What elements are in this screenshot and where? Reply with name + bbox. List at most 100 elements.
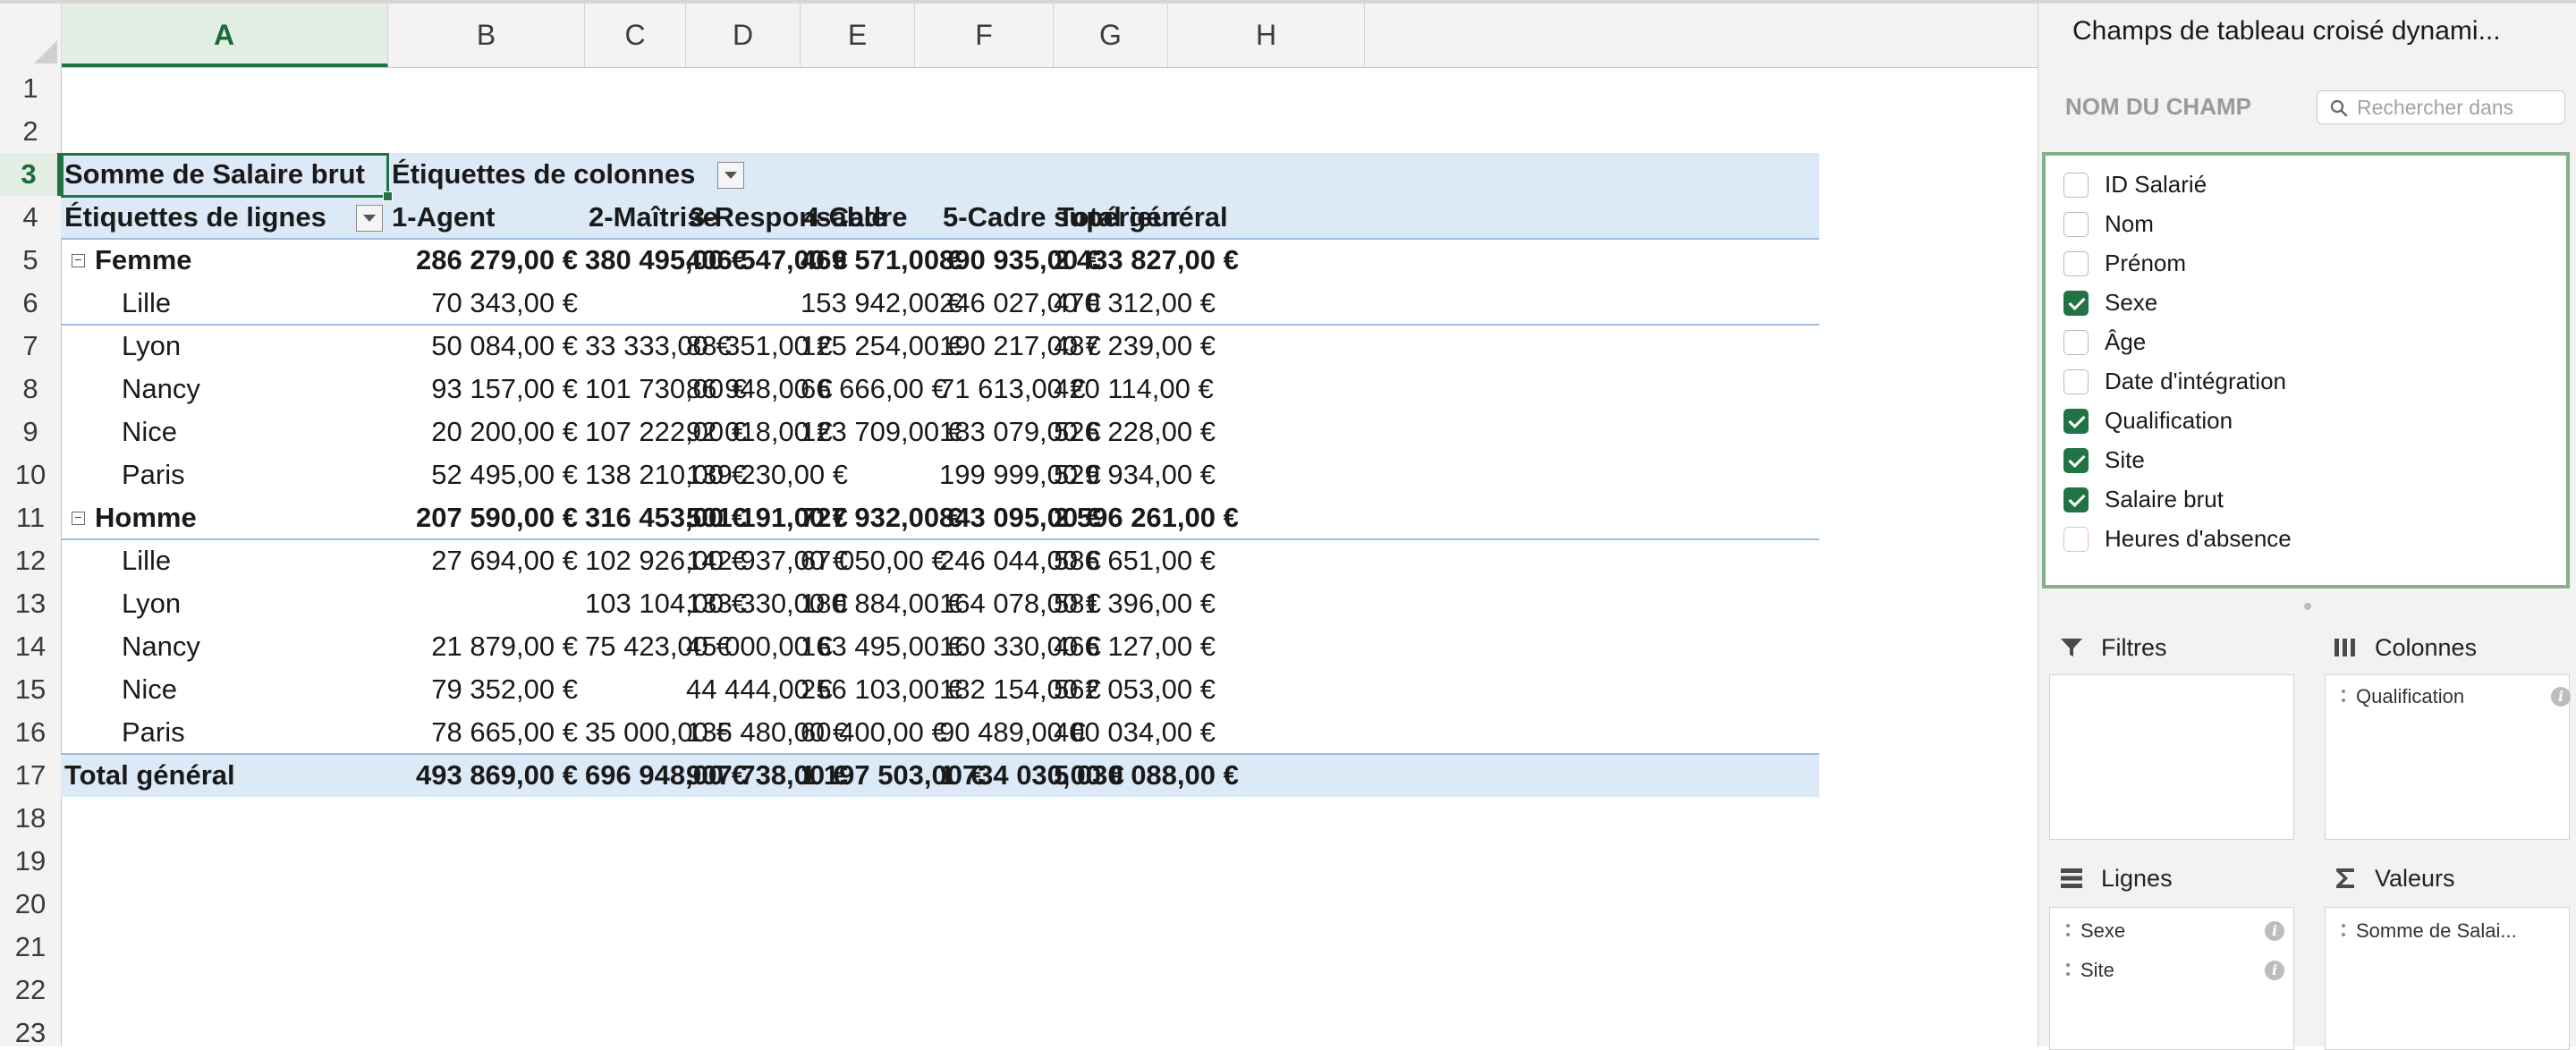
checkbox-checked[interactable] <box>2063 409 2089 434</box>
row-header-4[interactable]: 4 <box>0 196 61 239</box>
collapse-minus-icon[interactable]: − <box>72 253 85 267</box>
pivot-value-cell[interactable] <box>388 582 585 625</box>
pivot-value-cell[interactable]: 138 210,00 € <box>585 453 747 496</box>
pivot-column-header[interactable]: Total général <box>1054 196 1268 239</box>
pivot-value-cell[interactable]: 20 200,00 € <box>388 411 585 453</box>
pivot-value-cell[interactable]: 286 279,00 € <box>388 239 585 282</box>
pivot-value-cell[interactable]: 75 423,00 € <box>585 625 732 668</box>
pivot-value-cell[interactable]: 33 333,00 € <box>585 325 732 368</box>
pivot-value-cell[interactable]: 406 547,00 € <box>686 239 848 282</box>
row-header-6[interactable]: 6 <box>0 282 61 325</box>
row-header-16[interactable]: 16 <box>0 711 61 754</box>
pivot-value-cell[interactable]: 586 651,00 € <box>1054 539 1216 582</box>
pivot-row-label[interactable]: Lille <box>61 282 388 325</box>
pivot-value-cell[interactable]: 526 228,00 € <box>1054 411 1216 453</box>
pivot-value-cell[interactable]: 50 084,00 € <box>388 325 585 368</box>
row-header-12[interactable]: 12 <box>0 539 61 582</box>
pivot-value-cell[interactable]: 316 453,00 € <box>585 496 747 539</box>
pivot-value-cell[interactable]: 123 709,00 € <box>801 411 962 453</box>
checkbox-unchecked[interactable] <box>2063 173 2089 198</box>
rows-drop-zone[interactable]: Sexe i Site i <box>2049 907 2294 1050</box>
pivot-value-cell[interactable]: 133 330,00 € <box>686 582 848 625</box>
pivot-value-cell[interactable]: 469 571,00 € <box>801 239 962 282</box>
pivot-value-cell[interactable]: 2 433 827,00 € <box>1054 239 1239 282</box>
pivot-value-cell[interactable]: 487 239,00 € <box>1054 325 1216 368</box>
pivot-total-cell[interactable]: 907 738,00 € <box>686 754 848 797</box>
checkbox-unchecked[interactable] <box>2063 251 2089 276</box>
pivot-value-cell[interactable]: 93 157,00 € <box>388 368 585 411</box>
row-header-3[interactable]: 3 <box>0 153 61 196</box>
pivot-value-cell[interactable]: 103 104,00 € <box>585 582 747 625</box>
pivot-total-label[interactable]: Total général <box>61 754 388 797</box>
checkbox-checked[interactable] <box>2063 448 2089 473</box>
field-search-box[interactable] <box>2317 90 2565 124</box>
values-zone-item[interactable]: Somme de Salai... <box>2342 913 2560 949</box>
pivot-value-cell[interactable] <box>585 282 686 325</box>
pivot-value-cell[interactable]: 60 400,00 € <box>801 711 947 754</box>
pivot-value-cell[interactable]: 27 694,00 € <box>388 539 585 582</box>
row-header-5[interactable]: 5 <box>0 239 61 282</box>
pivot-group-label[interactable]: Femme <box>91 239 360 282</box>
pivot-value-cell[interactable]: 180 884,00 € <box>801 582 962 625</box>
pivot-row-label[interactable]: Paris <box>61 453 388 496</box>
pivot-value-cell[interactable]: 581 396,00 € <box>1054 582 1216 625</box>
column-header-e[interactable]: E <box>801 4 915 67</box>
pivot-row-label[interactable]: Nancy <box>61 368 388 411</box>
pivot-value-cell[interactable]: 135 480,00 € <box>686 711 848 754</box>
spreadsheet-grid[interactable]: ABCDEFGH 1 2 3 4 5 6 7 8 9 10 11 12 13 14 15 16 17 18 19 20… <box>0 0 2038 1046</box>
row-header-10[interactable]: 10 <box>0 453 61 496</box>
pivot-value-cell[interactable]: 163 495,00 € <box>801 625 962 668</box>
pivot-value-cell[interactable]: 501 191,00 € <box>686 496 848 539</box>
pivot-value-cell[interactable]: 466 127,00 € <box>1054 625 1216 668</box>
pivot-value-cell[interactable]: 727 932,00 € <box>801 496 962 539</box>
row-header-7[interactable]: 7 <box>0 325 61 368</box>
row-header-20[interactable]: 20 <box>0 883 61 926</box>
pivot-value-cell[interactable]: 420 114,00 € <box>1054 368 1214 411</box>
pivot-value-cell[interactable]: 86 948,00 € <box>686 368 833 411</box>
pivot-group-label[interactable]: Homme <box>91 496 360 539</box>
row-header-9[interactable]: 9 <box>0 411 61 453</box>
active-cell-selection[interactable] <box>61 153 389 198</box>
checkbox-checked[interactable] <box>2063 291 2089 316</box>
row-header-23[interactable]: 23 <box>0 1012 61 1046</box>
pivot-value-cell[interactable]: 529 934,00 € <box>1054 453 1216 496</box>
pivot-value-cell[interactable]: 153 942,00 € <box>801 282 962 325</box>
column-header-f[interactable]: F <box>915 4 1054 67</box>
pivot-value-cell[interactable]: 66 666,00 € <box>801 368 947 411</box>
row-header-14[interactable]: 14 <box>0 625 61 668</box>
info-icon[interactable]: i <box>2551 687 2571 707</box>
column-header-a[interactable]: A <box>61 4 388 67</box>
row-header-11[interactable]: 11 <box>0 496 61 539</box>
rows-zone-item-sexe[interactable]: Sexe i <box>2066 913 2284 949</box>
columns-zone-item[interactable]: Qualification i <box>2342 679 2571 715</box>
collapse-minus-icon[interactable]: − <box>72 511 85 525</box>
pivot-value-cell[interactable]: 79 352,00 € <box>388 668 585 711</box>
pivot-value-cell[interactable]: 35 000,00 € <box>585 711 732 754</box>
filters-drop-zone[interactable] <box>2049 674 2294 840</box>
pivot-row-label[interactable]: Nancy <box>61 625 388 668</box>
columns-drop-zone[interactable]: Qualification i <box>2325 674 2571 840</box>
pivot-value-cell[interactable]: 44 444,00 € <box>686 668 833 711</box>
pivot-value-cell[interactable]: 380 495,00 € <box>585 239 747 282</box>
pivot-value-cell[interactable]: 88 351,00 € <box>686 325 833 368</box>
pivot-value-cell[interactable]: 2 596 261,00 € <box>1054 496 1239 539</box>
row-header-22[interactable]: 22 <box>0 969 61 1012</box>
checkbox-checked[interactable] <box>2063 487 2089 512</box>
pivot-value-cell[interactable] <box>585 668 686 711</box>
column-header-c[interactable]: C <box>585 4 686 67</box>
field-search-input[interactable] <box>2357 95 2557 120</box>
column-header-g[interactable]: G <box>1054 4 1168 67</box>
dropdown-arrow-icon[interactable] <box>717 162 744 189</box>
pivot-value-cell[interactable]: 142 937,00 € <box>686 539 848 582</box>
checkbox-unchecked[interactable] <box>2063 330 2089 355</box>
pivot-row-label[interactable]: Lyon <box>61 325 388 368</box>
pivot-value-cell[interactable]: 470 312,00 € <box>1054 282 1216 325</box>
pivot-column-labels-title[interactable]: Étiquettes de colonnes <box>388 153 728 196</box>
row-header-8[interactable]: 8 <box>0 368 61 411</box>
row-header-2[interactable]: 2 <box>0 110 61 153</box>
row-header-17[interactable]: 17 <box>0 754 61 797</box>
pivot-row-label[interactable]: Lille <box>61 539 388 582</box>
pivot-value-cell[interactable]: 67 050,00 € <box>801 539 947 582</box>
pivot-value-cell[interactable] <box>801 453 915 496</box>
pivot-total-cell[interactable]: 696 948,00 € <box>585 754 747 797</box>
